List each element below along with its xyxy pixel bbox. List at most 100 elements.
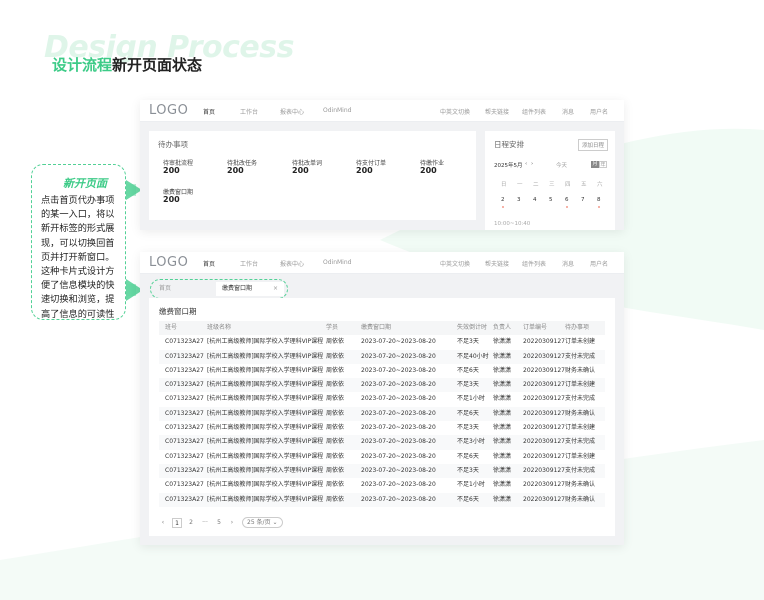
nav-item-messages[interactable]: 消息 — [562, 107, 574, 116]
top-navigation: LOGO 首页 工作台 报表中心 OdinMind 中英文切换 帮夫链接 组件列… — [140, 100, 624, 122]
logo: LOGO — [149, 103, 189, 118]
table-row[interactable]: C071323A27 [杭州工高级教师]国际学校入学理科VIP课程 周依依 2023-… — [159, 349, 605, 364]
pagination-page[interactable]: 5 — [214, 518, 224, 528]
table-row[interactable]: C071323A27 [杭州工高级教师]国际学校入学理科VIP课程 周依依 2023-… — [159, 406, 605, 422]
nav-item-messages[interactable]: 消息 — [562, 259, 574, 268]
pagination-page[interactable]: 1 — [172, 518, 182, 528]
order-id-cell: 20220309127 — [523, 438, 565, 446]
owner-cell: 徐潇潇 — [493, 338, 512, 346]
nav-item-reports[interactable]: 报表中心 — [280, 107, 304, 116]
callout-body: 点击首页代办事项的某一入口，将以新开标签的形式展现，可以切换回首页并打开新窗口。… — [41, 195, 115, 320]
order-id-cell: 20220309127 — [523, 409, 565, 417]
table-row[interactable]: C071323A27 [杭州工高级教师]国际学校入学理科VIP课程 周依依 2023-… — [159, 450, 605, 464]
column-header: 负责人 — [493, 324, 512, 331]
table-row[interactable]: C071323A27 [杭州工高级教师]国际学校入学理科VIP课程 周依依 2023-… — [159, 492, 605, 507]
todo-cell: 支付未完成 — [565, 352, 596, 360]
calendar-view-month[interactable]: 月 — [591, 161, 599, 168]
column-header: 缴费窗口期 — [361, 324, 392, 331]
nav-item-username[interactable]: 用户名 — [590, 107, 608, 116]
page-title: 设计流程新开页面状态 — [52, 54, 202, 75]
table-row[interactable]: C071323A27 [杭州工高级教师]国际学校入学理科VIP课程 周依依 2023-… — [159, 463, 605, 479]
nav-item-workbench[interactable]: 工作台 — [240, 107, 258, 116]
column-header: 待办事项 — [565, 324, 590, 331]
pagination-prev-button[interactable]: ‹ — [159, 518, 167, 528]
nav-item-reports[interactable]: 报表中心 — [280, 259, 304, 268]
countdown-cell: 不足3小时 — [457, 438, 485, 446]
table-row[interactable]: C071323A27 [杭州工高级教师]国际学校入学理科VIP课程 周依依 2023-… — [159, 421, 605, 435]
calendar-day[interactable]: 4 — [533, 197, 537, 203]
table-row[interactable]: C071323A27 [杭州工高级教师]国际学校入学理科VIP课程 周依依 2023-… — [159, 392, 605, 406]
page-size-select[interactable]: 25 条/页 ⌄ — [242, 517, 283, 528]
calendar-day[interactable]: 7 — [581, 197, 585, 203]
class-name-cell: [杭州工高级教师]国际学校入学理科VIP课程 — [207, 352, 324, 360]
schedule-card-title: 日程安排 — [494, 140, 524, 149]
pagination-page[interactable]: 2 — [186, 518, 196, 528]
countdown-cell: 不足3天 — [457, 338, 479, 346]
student-cell: 周依依 — [326, 338, 345, 346]
todo-cell: 支付未完成 — [565, 395, 596, 403]
calendar-day[interactable]: 5 — [549, 197, 553, 203]
student-cell: 周依依 — [326, 452, 345, 460]
annotation-callout: 新开页面 点击首页代办事项的某一入口，将以新开标签的形式展现，可以切换回首页并打… — [31, 164, 126, 320]
pagination-next-button[interactable]: › — [228, 518, 236, 528]
nav-item-components[interactable]: 组件列表 — [522, 107, 546, 116]
table-row[interactable]: C071323A27 [杭州工高级教师]国际学校入学理科VIP课程 周依依 2023-… — [159, 335, 605, 349]
column-header: 失效倒计时 — [457, 324, 488, 331]
todo-item-value[interactable]: 200 — [356, 166, 373, 175]
column-header: 学员 — [326, 324, 339, 331]
nav-item-home[interactable]: 首页 — [203, 107, 215, 116]
countdown-cell: 不足3天 — [457, 466, 479, 474]
table-row[interactable]: C071323A27 [杭州工高级教师]国际学校入学理科VIP课程 周依依 2023-… — [159, 478, 605, 492]
todo-cell: 支付未完成 — [565, 438, 596, 446]
pagination-ellipsis[interactable]: ··· — [199, 518, 211, 528]
class-id-cell: C071323A27 — [165, 466, 204, 474]
data-table: 班号 班级名称 学员 缴费窗口期 失效倒计时 负责人 订单编号 待办事项 C07… — [159, 321, 605, 507]
calendar-weekday: 六 — [597, 182, 603, 188]
class-id-cell: C071323A27 — [165, 481, 204, 489]
nav-item-odinmind[interactable]: OdinMind — [323, 107, 351, 114]
calendar-day[interactable]: 6 — [565, 197, 569, 203]
calendar-today-button[interactable]: 今天 — [556, 161, 567, 169]
calendar-prev-button[interactable]: ‹ — [525, 161, 527, 167]
todo-item-value[interactable]: 200 — [163, 195, 180, 204]
calendar-weekday: 三 — [549, 182, 555, 188]
nav-item-help-link[interactable]: 帮夫链接 — [485, 259, 509, 268]
todo-item-value[interactable]: 200 — [163, 166, 180, 175]
owner-cell: 徐潇潇 — [493, 481, 512, 489]
student-cell: 周依依 — [326, 438, 345, 446]
owner-cell: 徐潇潇 — [493, 438, 512, 446]
nav-item-workbench[interactable]: 工作台 — [240, 259, 258, 268]
table-row[interactable]: C071323A27 [杭州工高级教师]国际学校入学理科VIP课程 周依依 2023-… — [159, 435, 605, 450]
window-cell: 2023-07-20~2023-08-20 — [361, 395, 436, 403]
owner-cell: 徐潇潇 — [493, 395, 512, 403]
todo-item-value[interactable]: 200 — [227, 166, 244, 175]
nav-item-username[interactable]: 用户名 — [590, 259, 608, 268]
calendar-month: 2025年5月 — [494, 163, 523, 169]
order-id-cell: 20220309127 — [523, 495, 565, 503]
nav-item-help-link[interactable]: 帮夫链接 — [485, 107, 509, 116]
calendar-next-button[interactable]: › — [531, 161, 533, 167]
nav-item-odinmind[interactable]: OdinMind — [323, 259, 351, 266]
calendar-day[interactable]: 3 — [517, 197, 521, 203]
calendar-weekday: 四 — [565, 182, 571, 188]
order-id-cell: 20220309127 — [523, 466, 565, 474]
nav-item-components[interactable]: 组件列表 — [522, 259, 546, 268]
nav-item-home[interactable]: 首页 — [203, 259, 215, 268]
todo-item-value[interactable]: 200 — [292, 166, 309, 175]
order-id-cell: 20220309127 — [523, 381, 565, 389]
nav-item-language[interactable]: 中英文切换 — [440, 107, 470, 116]
class-id-cell: C071323A27 — [165, 495, 204, 503]
table-row[interactable]: C071323A27 [杭州工高级教师]国际学校入学理科VIP课程 周依依 2023-… — [159, 364, 605, 378]
table-row[interactable]: C071323A27 [杭州工高级教师]国际学校入学理科VIP课程 周依依 2023-… — [159, 378, 605, 393]
class-id-cell: C071323A27 — [165, 409, 204, 417]
class-name-cell: [杭州工高级教师]国际学校入学理科VIP课程 — [207, 495, 324, 503]
add-schedule-button[interactable]: 添加日程 — [578, 139, 609, 151]
todo-item-value[interactable]: 200 — [420, 166, 437, 175]
calendar-day[interactable]: 8 — [597, 197, 601, 203]
student-cell: 周依依 — [326, 381, 345, 389]
schedule-time-range[interactable]: 10:00~10:40 — [494, 221, 530, 227]
calendar-view-year[interactable]: 年 — [599, 161, 607, 168]
calendar-day[interactable]: 2 — [501, 197, 505, 203]
event-dot-icon — [566, 206, 568, 208]
nav-item-language[interactable]: 中英文切换 — [440, 259, 470, 268]
